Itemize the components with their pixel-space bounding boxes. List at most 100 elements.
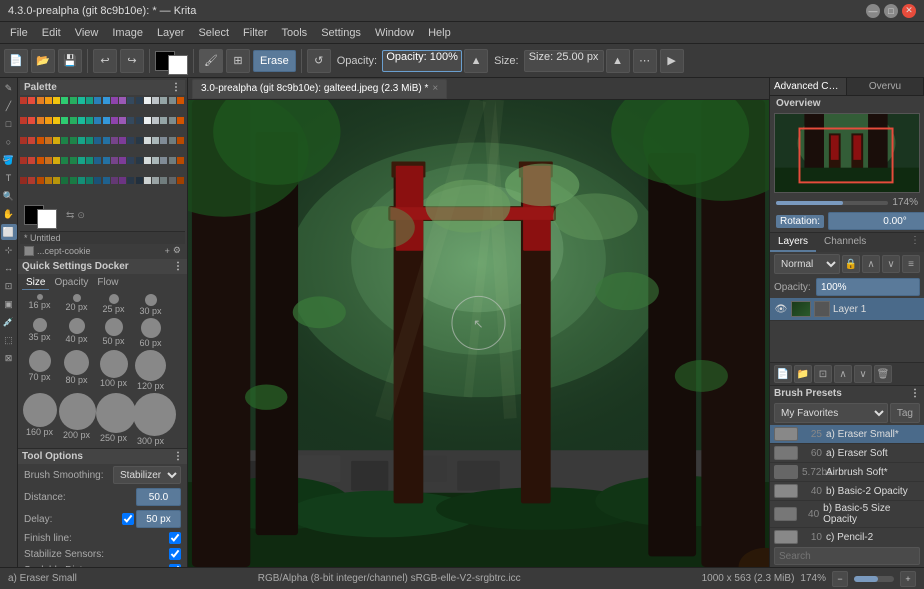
brush-size-250[interactable]: 250 px [96,393,131,446]
tool-select[interactable]: ⊹ [1,242,17,258]
brush-size-60[interactable]: 60 px [133,318,168,348]
palette-color-cell[interactable] [144,137,151,144]
palette-color-cell[interactable] [160,177,167,184]
tool-crop[interactable]: ⊡ [1,278,17,294]
background-color[interactable] [37,209,57,229]
palette-color-cell[interactable] [61,97,68,104]
palette-color-cell[interactable] [53,177,60,184]
tool-line[interactable]: ╱ [1,98,17,114]
palette-color-cell[interactable] [136,177,143,184]
palette-color-cell[interactable] [86,177,93,184]
palette-color-cell[interactable] [70,137,77,144]
palette-color-cell[interactable] [53,117,60,124]
brush-size-50[interactable]: 50 px [96,318,131,348]
palette-color-cell[interactable] [144,117,151,124]
palette-color-cell[interactable] [70,117,77,124]
tab-overview[interactable]: Overvu [847,78,924,95]
opacity-up-btn[interactable]: ▲ [464,49,488,73]
undo-btn[interactable]: ↩ [93,49,117,73]
reset-colors-btn[interactable]: ⊙ [77,210,85,221]
palette-color-cell[interactable] [94,97,101,104]
palette-color-cell[interactable] [160,157,167,164]
palette-color-cell[interactable] [78,97,85,104]
palette-color-cell[interactable] [86,157,93,164]
menu-file[interactable]: File [4,25,34,41]
rotation-input[interactable] [828,212,924,230]
redo-btn[interactable]: ↪ [120,49,144,73]
layers-menu-btn[interactable]: ≡ [902,255,920,273]
preset-item-eraser-small[interactable]: 25 a) Eraser Small* [770,425,924,444]
palette-color-cell[interactable] [111,157,118,164]
brush-size-160[interactable]: 160 px [22,393,57,446]
palette-color-cell[interactable] [177,157,184,164]
palette-color-cell[interactable] [37,157,44,164]
tool-fill[interactable]: 🪣 [1,152,17,168]
palette-color-cell[interactable] [20,177,27,184]
delay-input[interactable] [136,510,181,528]
palette-color-cell[interactable] [111,137,118,144]
tool-ellipse[interactable]: ○ [1,134,17,150]
palette-color-cell[interactable] [45,157,52,164]
palette-color-cell[interactable] [53,157,60,164]
palette-color-cell[interactable] [136,97,143,104]
palette-color-cell[interactable] [70,177,77,184]
palette-color-cell[interactable] [119,117,126,124]
layer-down-btn[interactable]: ∨ [854,365,872,383]
preset-item-pencil[interactable]: 10 c) Pencil-2 [770,528,924,545]
brush-size-16[interactable]: 16 px [22,294,57,316]
palette-color-cell[interactable] [86,117,93,124]
menu-select[interactable]: Select [192,25,235,41]
canvas-tab[interactable]: 3.0-prealpha (git 8c9b10e): galteed.jpeg… [192,79,447,99]
save-btn[interactable]: 💾 [58,49,82,73]
palette-color-cell[interactable] [169,157,176,164]
palette-color-cell[interactable] [111,117,118,124]
brush-size-80[interactable]: 80 px [59,350,94,391]
blend-mode-select[interactable]: Normal [774,254,840,274]
palette-color-cell[interactable] [103,137,110,144]
opacity-bar[interactable]: 100% [816,278,920,296]
menu-help[interactable]: Help [422,25,457,41]
palette-color-cell[interactable] [45,137,52,144]
preset-item-basic5[interactable]: 40 b) Basic-5 Size Opacity [770,501,924,528]
palette-color-cell[interactable] [45,97,52,104]
palette-color-cell[interactable] [70,157,77,164]
palette-color-cell[interactable] [78,157,85,164]
palette-color-cell[interactable] [144,97,151,104]
palette-color-cell[interactable] [136,157,143,164]
palette-color-cell[interactable] [127,97,134,104]
grid-btn[interactable]: ⊞ [226,49,250,73]
palette-color-cell[interactable] [169,177,176,184]
palette-color-cell[interactable] [169,137,176,144]
palette-color-cell[interactable] [61,157,68,164]
palette-color-cell[interactable] [127,117,134,124]
brush-size-100[interactable]: 100 px [96,350,131,391]
preset-item-airbrush[interactable]: 5.72b1 Airbrush Soft* [770,463,924,482]
palette-color-cell[interactable] [94,117,101,124]
palette-options-icon[interactable]: ⋮ [171,82,181,93]
palette-color-cell[interactable] [119,137,126,144]
palette-color-cell[interactable] [160,137,167,144]
layers-alpha-btn[interactable]: ∧ [862,255,880,273]
palette-color-cell[interactable] [78,137,85,144]
rotate-left-btn[interactable]: ↺ [307,49,331,73]
palette-color-cell[interactable] [177,137,184,144]
palette-color-cell[interactable] [136,117,143,124]
palette-color-cell[interactable] [111,97,118,104]
palette-color-cell[interactable] [28,177,35,184]
size-up-btn[interactable]: ▲ [606,49,630,73]
palette-color-cell[interactable] [61,177,68,184]
palette-color-cell[interactable] [37,97,44,104]
add-group-btn[interactable]: 📁 [794,365,812,383]
tab-layers[interactable]: Layers [770,233,816,252]
canvas-wrapper[interactable]: ↖ [188,100,769,567]
new-file-btn[interactable]: 📄 [4,49,28,73]
scalable-distance-checkbox[interactable] [169,564,181,567]
canvas-image[interactable]: ↖ [188,100,769,567]
palette-color-cell[interactable] [136,137,143,144]
preset-item-eraser-soft[interactable]: 60 a) Eraser Soft [770,444,924,463]
opacity-input[interactable]: Opacity: 100% [382,50,462,72]
palette-color-cell[interactable] [94,157,101,164]
palette-color-cell[interactable] [127,157,134,164]
layer-visibility-icon[interactable]: 👁 [774,302,788,316]
preset-settings-btn[interactable]: ⚙ [173,245,181,256]
